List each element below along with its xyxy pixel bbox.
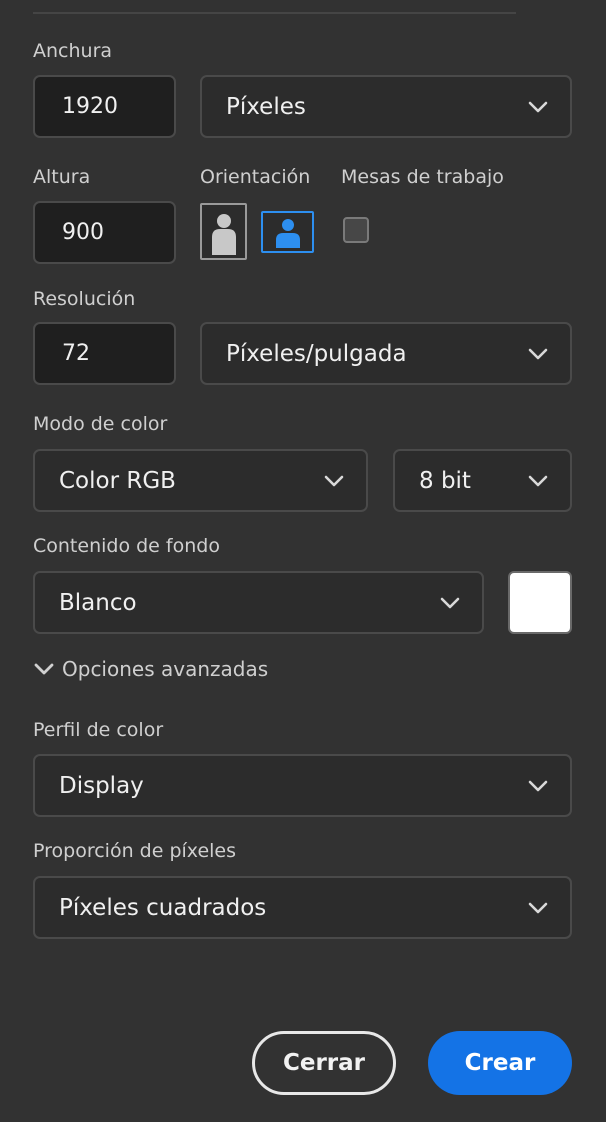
- width-unit-select[interactable]: Píxeles: [200, 75, 572, 138]
- chevron-down-icon: [324, 475, 344, 486]
- bit-depth-select[interactable]: 8 bit: [393, 449, 572, 512]
- orientation-portrait-button[interactable]: [200, 203, 247, 260]
- bit-depth-value: 8 bit: [419, 467, 471, 494]
- color-mode-label: Modo de color: [33, 413, 168, 435]
- top-divider: [33, 12, 516, 14]
- orientation-landscape-button[interactable]: [261, 211, 314, 253]
- height-label: Altura: [33, 166, 91, 188]
- color-mode-value: Color RGB: [59, 467, 176, 494]
- advanced-options-label: Opciones avanzadas: [62, 657, 269, 681]
- width-unit-value: Píxeles: [226, 93, 306, 120]
- portrait-person-icon: [211, 213, 236, 255]
- background-select[interactable]: Blanco: [33, 571, 484, 634]
- pixel-aspect-label: Proporción de píxeles: [33, 840, 236, 862]
- color-profile-select[interactable]: Display: [33, 754, 572, 817]
- resolution-unit-select[interactable]: Píxeles/pulgada: [200, 322, 572, 385]
- chevron-down-icon: [528, 780, 548, 791]
- resolution-label: Resolución: [33, 288, 136, 310]
- width-label: Anchura: [33, 40, 113, 62]
- chevron-down-icon: [440, 597, 460, 608]
- chevron-down-icon: [528, 101, 548, 112]
- chevron-down-icon: [528, 475, 548, 486]
- resolution-unit-value: Píxeles/pulgada: [226, 340, 407, 367]
- chevron-down-icon: [528, 902, 548, 913]
- artboards-label: Mesas de trabajo: [341, 166, 504, 188]
- color-profile-label: Perfil de color: [33, 719, 164, 741]
- advanced-options-toggle[interactable]: Opciones avanzadas: [34, 657, 268, 681]
- width-input[interactable]: 1920: [33, 75, 176, 138]
- pixel-aspect-select[interactable]: Píxeles cuadrados: [33, 876, 572, 939]
- resolution-input[interactable]: 72: [33, 322, 176, 385]
- background-color-swatch[interactable]: [508, 571, 572, 634]
- chevron-down-icon: [34, 663, 54, 675]
- create-button[interactable]: Crear: [428, 1031, 572, 1095]
- background-label: Contenido de fondo: [33, 535, 220, 557]
- orientation-label: Orientación: [200, 166, 311, 188]
- artboards-checkbox[interactable]: [343, 217, 369, 243]
- color-profile-value: Display: [59, 772, 144, 799]
- pixel-aspect-value: Píxeles cuadrados: [59, 894, 267, 921]
- height-input[interactable]: 900: [33, 201, 176, 264]
- close-button[interactable]: Cerrar: [252, 1031, 396, 1095]
- landscape-person-icon: [275, 219, 300, 248]
- chevron-down-icon: [528, 348, 548, 359]
- color-mode-select[interactable]: Color RGB: [33, 449, 368, 512]
- background-value: Blanco: [59, 589, 137, 616]
